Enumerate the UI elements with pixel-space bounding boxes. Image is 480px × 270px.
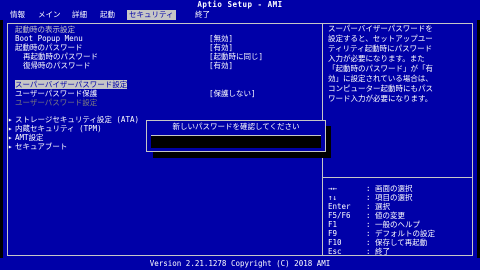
tab-advanced[interactable]: 詳細 (70, 10, 89, 20)
tab-exit[interactable]: 終了 (193, 10, 212, 20)
confirm-password-dialog: 新しいパスワードを確認してください (146, 120, 326, 152)
tab-bar: 情報 メイン 詳細 起動 セキュリティ 終了 (0, 10, 480, 20)
submenu-arrow-icon: ▸ (8, 133, 13, 142)
setup-title-bar: Aptio Setup - AMI (0, 0, 480, 10)
tab-info[interactable]: 情報 (8, 10, 27, 20)
help-line: スーパーバイザーパスワードを (328, 24, 433, 33)
help-line: 入力が必要になります。また (328, 54, 425, 63)
submenu-arrow-icon: ▸ (8, 142, 13, 151)
footer-bar: Version 2.21.1278 Copyright (C) 2018 AMI (0, 258, 480, 270)
submenu-arrow-icon: ▸ (8, 115, 13, 124)
help-line: 「起動時のパスワード」が「有 (328, 64, 433, 73)
tab-main[interactable]: メイン (36, 10, 63, 20)
help-line: 効」に設定されている場合は、 (328, 74, 433, 83)
dialog-title: 新しいパスワードを確認してください (172, 122, 300, 131)
tab-boot[interactable]: 起動 (98, 10, 117, 20)
help-text: スーパーバイザーパスワードを 設定すると、セットアップユー ティリティ起動時にパ… (328, 24, 470, 104)
setup-title: Aptio Setup - AMI (197, 0, 283, 9)
password-input[interactable] (151, 135, 321, 148)
version-text: Version 2.21.1278 Copyright (C) 2018 AMI (149, 259, 331, 268)
tab-security[interactable]: セキュリティ (127, 10, 176, 20)
help-line: ワード入力が必要になります。 (328, 94, 433, 103)
help-line: 設定すると、セットアップユー (328, 34, 433, 43)
help-line: コンピューター起動時にもパス (328, 84, 433, 93)
submenu-arrow-icon: ▸ (8, 124, 13, 133)
help-divider (322, 177, 473, 178)
help-line: ティリティ起動時にパスワード (328, 44, 433, 53)
